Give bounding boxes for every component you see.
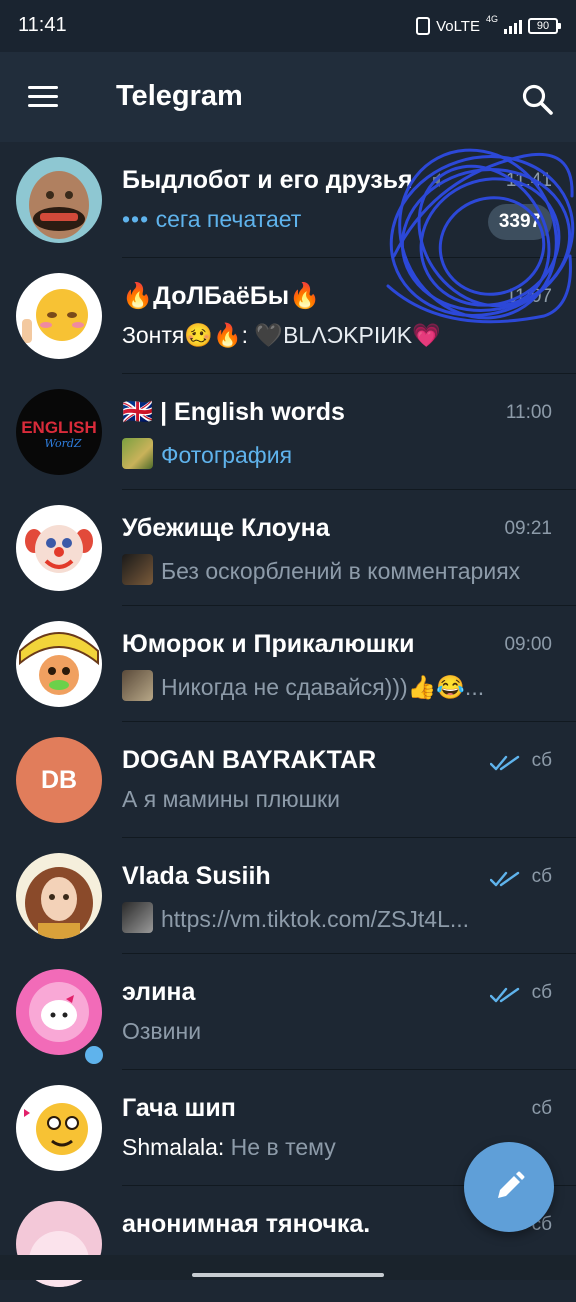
chat-row[interactable]: Vlada Susiih сб https://vm.tiktok.com/ZS… bbox=[0, 838, 576, 954]
chat-row[interactable]: Юморок и Прикалюшки 09:00 Никогда не сда… bbox=[0, 606, 576, 722]
chat-time: 11:00 bbox=[505, 402, 552, 423]
chat-list: Быдлобот и его друзья 11:41 ••• сега печ… bbox=[0, 142, 576, 1302]
battery-level: 90 bbox=[536, 20, 550, 32]
chat-avatar bbox=[16, 1085, 102, 1171]
chat-time: сб bbox=[531, 982, 552, 1003]
pencil-icon bbox=[498, 1171, 525, 1198]
preview-sender: Зонтя🥴🔥: bbox=[122, 322, 249, 348]
compose-button[interactable] bbox=[464, 1142, 554, 1232]
chat-preview: ••• сега печатает bbox=[122, 206, 522, 233]
chat-preview: Никогда не сдавайся)))👍😂... bbox=[122, 670, 522, 701]
unread-badge: 3397 bbox=[488, 204, 552, 240]
preview-text: https://vm.tiktok.com/ZSJt4L... bbox=[161, 906, 470, 932]
read-checkmarks-icon bbox=[490, 755, 520, 771]
chat-preview: Озвини bbox=[122, 1018, 202, 1044]
search-icon[interactable] bbox=[520, 82, 554, 116]
system-nav-bar bbox=[0, 1255, 576, 1280]
preview-text: Без оскорблений в комментариях bbox=[161, 558, 521, 584]
typing-text: сега печатает bbox=[155, 206, 302, 232]
chat-row[interactable]: Убежище Клоуна 09:21 Без оскорблений в к… bbox=[0, 490, 576, 606]
typing-indicator: ••• bbox=[122, 206, 150, 232]
video-thumbnail bbox=[122, 670, 153, 701]
chat-avatar bbox=[16, 969, 102, 1055]
chat-title: Гача шип bbox=[122, 1094, 236, 1122]
preview-sender: Shmalala: bbox=[122, 1134, 225, 1160]
read-checkmarks-icon bbox=[490, 871, 520, 887]
battery-icon: 90 bbox=[528, 18, 561, 34]
chat-preview: Без оскорблений в комментариях bbox=[122, 554, 522, 585]
chat-title: 🔥ДоЛБаёБы🔥 bbox=[122, 282, 321, 310]
network-type-label: 4G bbox=[485, 14, 498, 24]
chat-preview: https://vm.tiktok.com/ZSJt4L... bbox=[122, 902, 522, 933]
menu-icon[interactable] bbox=[28, 86, 60, 108]
chat-row[interactable]: DB DOGAN BAYRAKTAR сб А я мамины плюшки bbox=[0, 722, 576, 838]
video-thumbnail bbox=[122, 554, 153, 585]
chat-time: 09:00 bbox=[504, 634, 552, 655]
chat-avatar: ENGLISH WordZ bbox=[16, 389, 102, 475]
photo-thumbnail bbox=[122, 438, 153, 469]
chat-avatar: DB bbox=[16, 737, 102, 823]
chat-time: 11:41 bbox=[505, 170, 552, 191]
status-time: 11:41 bbox=[18, 14, 67, 36]
chat-time: 09:21 bbox=[504, 518, 552, 539]
chat-preview: Зонтя🥴🔥: 🖤BLΛƆKPIИK💗 bbox=[122, 322, 522, 349]
chat-avatar bbox=[16, 157, 102, 243]
app-header: Telegram bbox=[0, 52, 576, 142]
status-bar: 11:41 VoLTE 4G 90 bbox=[0, 0, 576, 52]
chat-preview: Shmalala: Не в тему bbox=[122, 1134, 522, 1161]
preview-text: Фотография bbox=[161, 442, 293, 468]
status-indicators: VoLTE 4G 90 bbox=[416, 14, 561, 38]
chat-row[interactable]: элина сб Озвини bbox=[0, 954, 576, 1070]
home-indicator[interactable] bbox=[192, 1273, 384, 1277]
chat-time: сб bbox=[531, 1098, 552, 1119]
chat-title: элина bbox=[122, 978, 196, 1006]
video-thumbnail bbox=[122, 902, 153, 933]
chat-avatar bbox=[16, 273, 102, 359]
chat-row[interactable]: Быдлобот и его друзья 11:41 ••• сега печ… bbox=[0, 142, 576, 258]
preview-text: Никогда не сдавайся)))👍😂... bbox=[161, 674, 485, 700]
chat-title: Убежище Клоуна bbox=[122, 514, 330, 542]
chat-preview: Фотография bbox=[122, 438, 522, 469]
volte-label: VoLTE bbox=[436, 17, 480, 35]
chat-preview: А я мамины плюшки bbox=[122, 786, 340, 812]
chat-avatar bbox=[16, 505, 102, 591]
chat-title: DOGAN BAYRAKTAR bbox=[122, 746, 377, 774]
chat-title: Юморок и Прикалюшки bbox=[122, 630, 415, 658]
chat-time: сб bbox=[531, 866, 552, 887]
chat-row[interactable]: ENGLISH WordZ 🇬🇧 | English words 11:00 Ф… bbox=[0, 374, 576, 490]
chat-title: 🇬🇧 | English words bbox=[122, 398, 345, 426]
vibrate-icon bbox=[416, 17, 431, 35]
preview-text: 🖤BLΛƆKPIИK💗 bbox=[248, 322, 441, 348]
chat-row[interactable]: 🔥ДоЛБаёБы🔥 11:07 Зонтя🥴🔥: 🖤BLΛƆKPIИK💗 bbox=[0, 258, 576, 374]
chat-avatar bbox=[16, 621, 102, 707]
mute-icon bbox=[433, 173, 440, 187]
online-status-indicator bbox=[82, 1043, 106, 1067]
read-checkmarks-icon bbox=[490, 987, 520, 1003]
chat-title: Vlada Susiih bbox=[122, 862, 271, 890]
chat-title: анонимная тяночка. bbox=[122, 1210, 371, 1238]
avatar-subtext: WordZ bbox=[44, 437, 81, 450]
chat-avatar bbox=[16, 853, 102, 939]
signal-icon bbox=[504, 18, 522, 34]
avatar-text: ENGLISH bbox=[21, 418, 97, 437]
app-title: Telegram bbox=[116, 80, 243, 112]
chat-time: сб bbox=[531, 750, 552, 771]
preview-text: Не в тему bbox=[224, 1134, 336, 1160]
chat-time: 11:07 bbox=[505, 286, 552, 307]
